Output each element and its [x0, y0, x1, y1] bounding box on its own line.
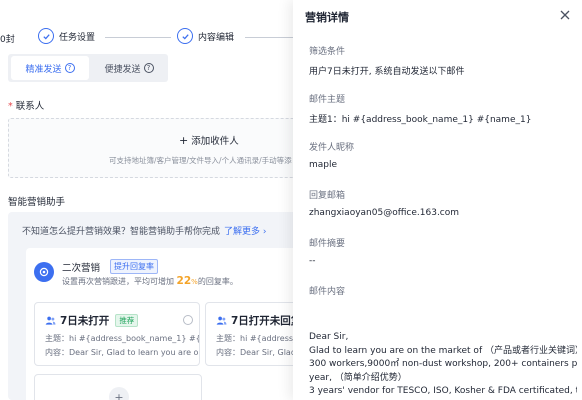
- send-mode-tabs: 精准发送 ? 便捷发送 ?: [8, 54, 168, 82]
- option-radio[interactable]: [183, 315, 193, 325]
- reply-email-label: 回复邮箱: [309, 191, 346, 201]
- email-subject-value: 主题1：hi #{address_book_name_1} #{name_1}: [309, 115, 532, 125]
- tab-quick-send[interactable]: 便捷发送 ?: [92, 56, 166, 80]
- step-partial-count: 0封: [0, 35, 15, 45]
- close-icon[interactable]: [559, 9, 571, 21]
- sender-nickname-label: 发件人昵称: [309, 143, 355, 153]
- option-subject: 主题：hi #{address_book_name_1} #{na...: [45, 334, 199, 343]
- option-title: 7日打开未回复: [231, 315, 302, 327]
- option-title: 7日未打开: [60, 315, 110, 327]
- content-line: Glad to learn you are on the market of （…: [309, 345, 577, 356]
- plus-icon[interactable]: +: [109, 387, 129, 400]
- required-mark: *: [8, 101, 13, 112]
- drawer-title: 营销详情: [305, 11, 349, 24]
- step-label: 内容编辑: [198, 32, 235, 43]
- add-recipient-button[interactable]: + 添加收件人: [179, 133, 239, 147]
- email-content-label: 邮件内容: [309, 287, 346, 297]
- content-line: year, （简单介绍优势）: [309, 372, 407, 383]
- add-option-card[interactable]: +: [34, 374, 202, 400]
- check-icon: [38, 28, 54, 44]
- plus-icon: +: [179, 134, 189, 147]
- tab-precise-send[interactable]: 精准发送 ?: [11, 56, 89, 80]
- option-content: 内容：Dear Sir, Glad to learn you are o...: [45, 348, 200, 357]
- sender-nickname-value: maple: [309, 160, 338, 170]
- assistant-title: 智能营销助手: [8, 197, 66, 208]
- email-summary-label: 邮件摘要: [309, 239, 346, 249]
- learn-more-link[interactable]: 了解更多 ›: [224, 227, 266, 237]
- email-subject-label: 邮件主题: [309, 95, 346, 105]
- step-divider: [105, 37, 171, 38]
- filter-condition-value: 用户7日未打开, 系统自动发送以下邮件: [309, 67, 465, 77]
- content-line: 300 workers,9000㎡ non-dust workshop, 200…: [309, 359, 577, 369]
- assistant-question: 不知道怎么提升营销效果？智能营销助手帮你完成 了解更多 ›: [22, 227, 267, 237]
- add-recipient-hint: 可支持地址簿/客户管理/文件导入/个人通讯录/手动等添: [109, 156, 292, 165]
- filter-condition-label: 筛选条件: [309, 47, 346, 57]
- reply-rate-badge: 提升回复率: [110, 259, 158, 274]
- secondary-marketing-title: 二次营销: [62, 263, 101, 274]
- step-progress: 0封 任务设置 内容编辑: [0, 25, 300, 51]
- contacts-label: * 联系人: [8, 101, 45, 112]
- option-card-unopened[interactable]: 7日未打开 推荐 主题：hi #{address_book_name_1} #{…: [34, 302, 200, 366]
- email-content-body: Dear Sir, Glad to learn you are on the m…: [309, 331, 577, 399]
- users-icon: [45, 316, 56, 325]
- content-line: Dear Sir,: [309, 332, 349, 342]
- help-icon[interactable]: ?: [143, 63, 154, 73]
- check-icon: [177, 28, 193, 44]
- help-icon[interactable]: ?: [64, 63, 75, 73]
- users-icon: [216, 316, 227, 325]
- step-label: 任务设置: [59, 32, 96, 43]
- drawer-header: 营销详情: [293, 0, 582, 32]
- step-content-edit[interactable]: 内容编辑: [177, 28, 234, 44]
- marketing-icon: [34, 262, 54, 282]
- marketing-detail-drawer: 营销详情 筛选条件 用户7日未打开, 系统自动发送以下邮件 邮件主题 主题1：h…: [293, 0, 582, 400]
- recommend-badge: 推荐: [115, 314, 139, 327]
- secondary-marketing-desc: 设置再次营销跟进，平均可增加 22%的回复率。: [62, 275, 238, 287]
- reply-rate-number: 22: [176, 275, 192, 287]
- email-summary-value: --: [309, 256, 316, 266]
- content-line: 3 years' vendor for TESCO, ISO, Kosher &…: [309, 386, 577, 396]
- reply-email-value: zhangxiaoyan05@office.163.com: [309, 208, 460, 218]
- step-divider: [245, 37, 295, 38]
- add-recipient-box[interactable]: + 添加收件人 可支持地址簿/客户管理/文件导入/个人通讯录/手动等添: [8, 118, 308, 178]
- step-task-settings[interactable]: 任务设置: [38, 28, 95, 44]
